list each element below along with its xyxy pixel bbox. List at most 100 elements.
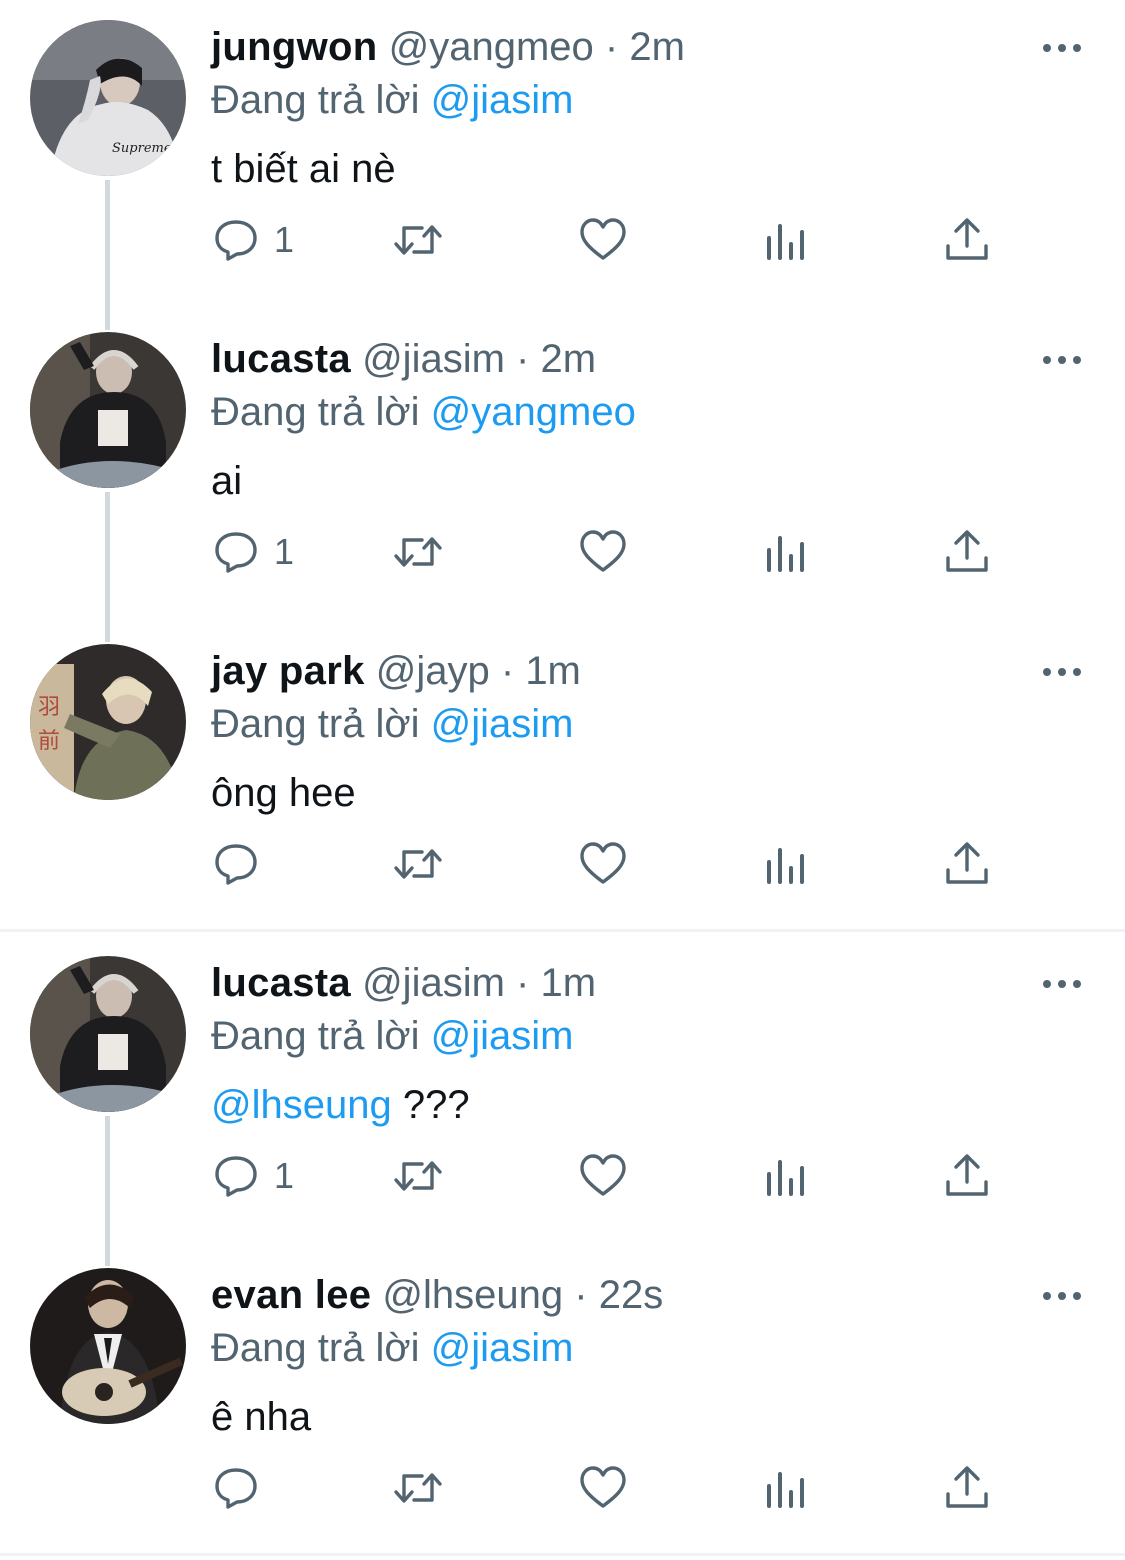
timestamp[interactable]: 1m	[525, 649, 581, 693]
avatar[interactable]	[30, 332, 186, 488]
more-dots-icon[interactable]	[1040, 659, 1084, 685]
timestamp[interactable]: 2m	[541, 337, 597, 381]
share-upload-icon	[946, 1154, 988, 1196]
tweet-body: ông hee	[211, 771, 356, 815]
replying-to-label: Đang trả lời	[211, 1326, 420, 1370]
tweet[interactable]: 羽 前 jay park @jayp · 1m Đang trả lời @ji…	[0, 624, 1125, 936]
heart-icon	[580, 1154, 626, 1196]
timestamp[interactable]: 1m	[541, 961, 597, 1005]
replying-to-mention[interactable]: @jiasim	[431, 1014, 574, 1058]
views-button[interactable]	[764, 1458, 808, 1518]
heart-icon	[580, 842, 626, 884]
tweet-actions	[0, 1458, 1125, 1518]
retweet-button[interactable]	[390, 1146, 446, 1206]
bar-chart-icon	[767, 224, 804, 260]
replying-to: Đang trả lời @jiasim	[211, 1011, 574, 1061]
user-handle[interactable]: @lhseung	[382, 1273, 563, 1317]
speech-bubble-icon	[215, 532, 257, 573]
more-dots-icon[interactable]	[1040, 347, 1084, 373]
more-dots-icon[interactable]	[1040, 1283, 1084, 1309]
replying-to: Đang trả lời @jiasim	[211, 1323, 574, 1373]
heart-icon	[580, 218, 626, 260]
tweet[interactable]: evan lee @lhseung · 22s Đang trả lời @ji…	[0, 1248, 1125, 1560]
speech-bubble-icon	[215, 844, 257, 885]
avatar[interactable]	[30, 956, 186, 1112]
views-button[interactable]	[764, 1146, 808, 1206]
user-handle[interactable]: @jayp	[376, 649, 490, 693]
replying-to-label: Đang trả lời	[211, 78, 420, 122]
bar-chart-icon	[767, 536, 804, 572]
display-name[interactable]: jay park	[211, 649, 365, 693]
share-button[interactable]	[944, 1458, 990, 1518]
like-button[interactable]	[578, 834, 628, 894]
retweet-button[interactable]	[390, 1458, 446, 1518]
tweet-body: ai	[211, 459, 243, 503]
more-dots-icon[interactable]	[1040, 971, 1084, 997]
replying-to: Đang trả lời @jiasim	[211, 699, 574, 749]
views-button[interactable]	[764, 210, 808, 270]
views-button[interactable]	[764, 522, 808, 582]
retweet-button[interactable]	[390, 522, 446, 582]
text-mention[interactable]: @lhseung	[211, 1083, 392, 1127]
reply-button[interactable]	[212, 834, 274, 894]
timestamp[interactable]: 22s	[599, 1273, 664, 1317]
reply-button[interactable]: 1	[212, 1146, 294, 1206]
person-in-white-hoodie-avatar: Supreme	[30, 20, 186, 176]
tweet[interactable]: lucasta @jiasim · 2m Đang trả lời @yangm…	[0, 312, 1125, 624]
tweet[interactable]: Supreme jungwon @yangmeo · 2m Đang trả l…	[0, 0, 1125, 312]
replying-to-mention[interactable]: @jiasim	[431, 1326, 574, 1370]
reply-count: 1	[274, 1155, 295, 1196]
like-button[interactable]	[578, 1458, 628, 1518]
tweet-text: t biết ai nè	[211, 143, 396, 195]
reply-button[interactable]: 1	[212, 522, 294, 582]
avatar[interactable]	[30, 1268, 186, 1424]
tweet-actions: 1	[0, 522, 1125, 582]
tweet-text: ê nha	[211, 1391, 311, 1443]
bar-chart-icon	[767, 1160, 804, 1196]
retweet-arrows-icon	[394, 537, 442, 567]
like-button[interactable]	[578, 210, 628, 270]
speech-bubble-icon	[215, 220, 257, 261]
tweet-actions: 1	[0, 1146, 1125, 1206]
share-button[interactable]	[944, 522, 990, 582]
replying-to-mention[interactable]: @yangmeo	[431, 390, 636, 434]
bar-chart-icon	[767, 848, 804, 884]
replying-to-mention[interactable]: @jiasim	[431, 702, 574, 746]
tweet-text: ông hee	[211, 767, 356, 819]
reply-count: 1	[274, 531, 295, 572]
replying-to-label: Đang trả lời	[211, 702, 420, 746]
avatar[interactable]: 羽 前	[30, 644, 186, 800]
user-handle[interactable]: @jiasim	[362, 961, 505, 1005]
reply-button[interactable]	[212, 1458, 274, 1518]
share-upload-icon	[946, 218, 988, 260]
speech-bubble-icon	[215, 1468, 257, 1509]
timestamp[interactable]: 2m	[629, 25, 685, 69]
display-name[interactable]: jungwon	[211, 25, 378, 69]
display-name[interactable]: evan lee	[211, 1273, 371, 1317]
tweet[interactable]: lucasta @jiasim · 1m Đang trả lời @jiasi…	[0, 936, 1125, 1248]
retweet-button[interactable]	[390, 210, 446, 270]
speech-bubble-icon	[215, 1156, 257, 1197]
avatar[interactable]: Supreme	[30, 20, 186, 176]
tweet-header: evan lee @lhseung · 22s	[211, 1270, 663, 1320]
like-button[interactable]	[578, 522, 628, 582]
like-button[interactable]	[578, 1146, 628, 1206]
tweet-text: ai	[211, 455, 242, 507]
retweet-button[interactable]	[390, 834, 446, 894]
share-button[interactable]	[944, 834, 990, 894]
tweet-body: ê nha	[211, 1395, 312, 1439]
display-name[interactable]: lucasta	[211, 337, 351, 381]
user-handle[interactable]: @jiasim	[362, 337, 505, 381]
share-button[interactable]	[944, 210, 990, 270]
display-name[interactable]: lucasta	[211, 961, 351, 1005]
user-handle[interactable]: @yangmeo	[389, 25, 594, 69]
views-button[interactable]	[764, 834, 808, 894]
replying-to-mention[interactable]: @jiasim	[431, 78, 574, 122]
share-upload-icon	[946, 530, 988, 572]
share-button[interactable]	[944, 1146, 990, 1206]
reply-button[interactable]: 1	[212, 210, 294, 270]
tweet-body: ???	[402, 1083, 470, 1127]
replying-to-label: Đang trả lời	[211, 1014, 420, 1058]
more-dots-icon[interactable]	[1040, 35, 1084, 61]
heart-icon	[580, 1466, 626, 1508]
